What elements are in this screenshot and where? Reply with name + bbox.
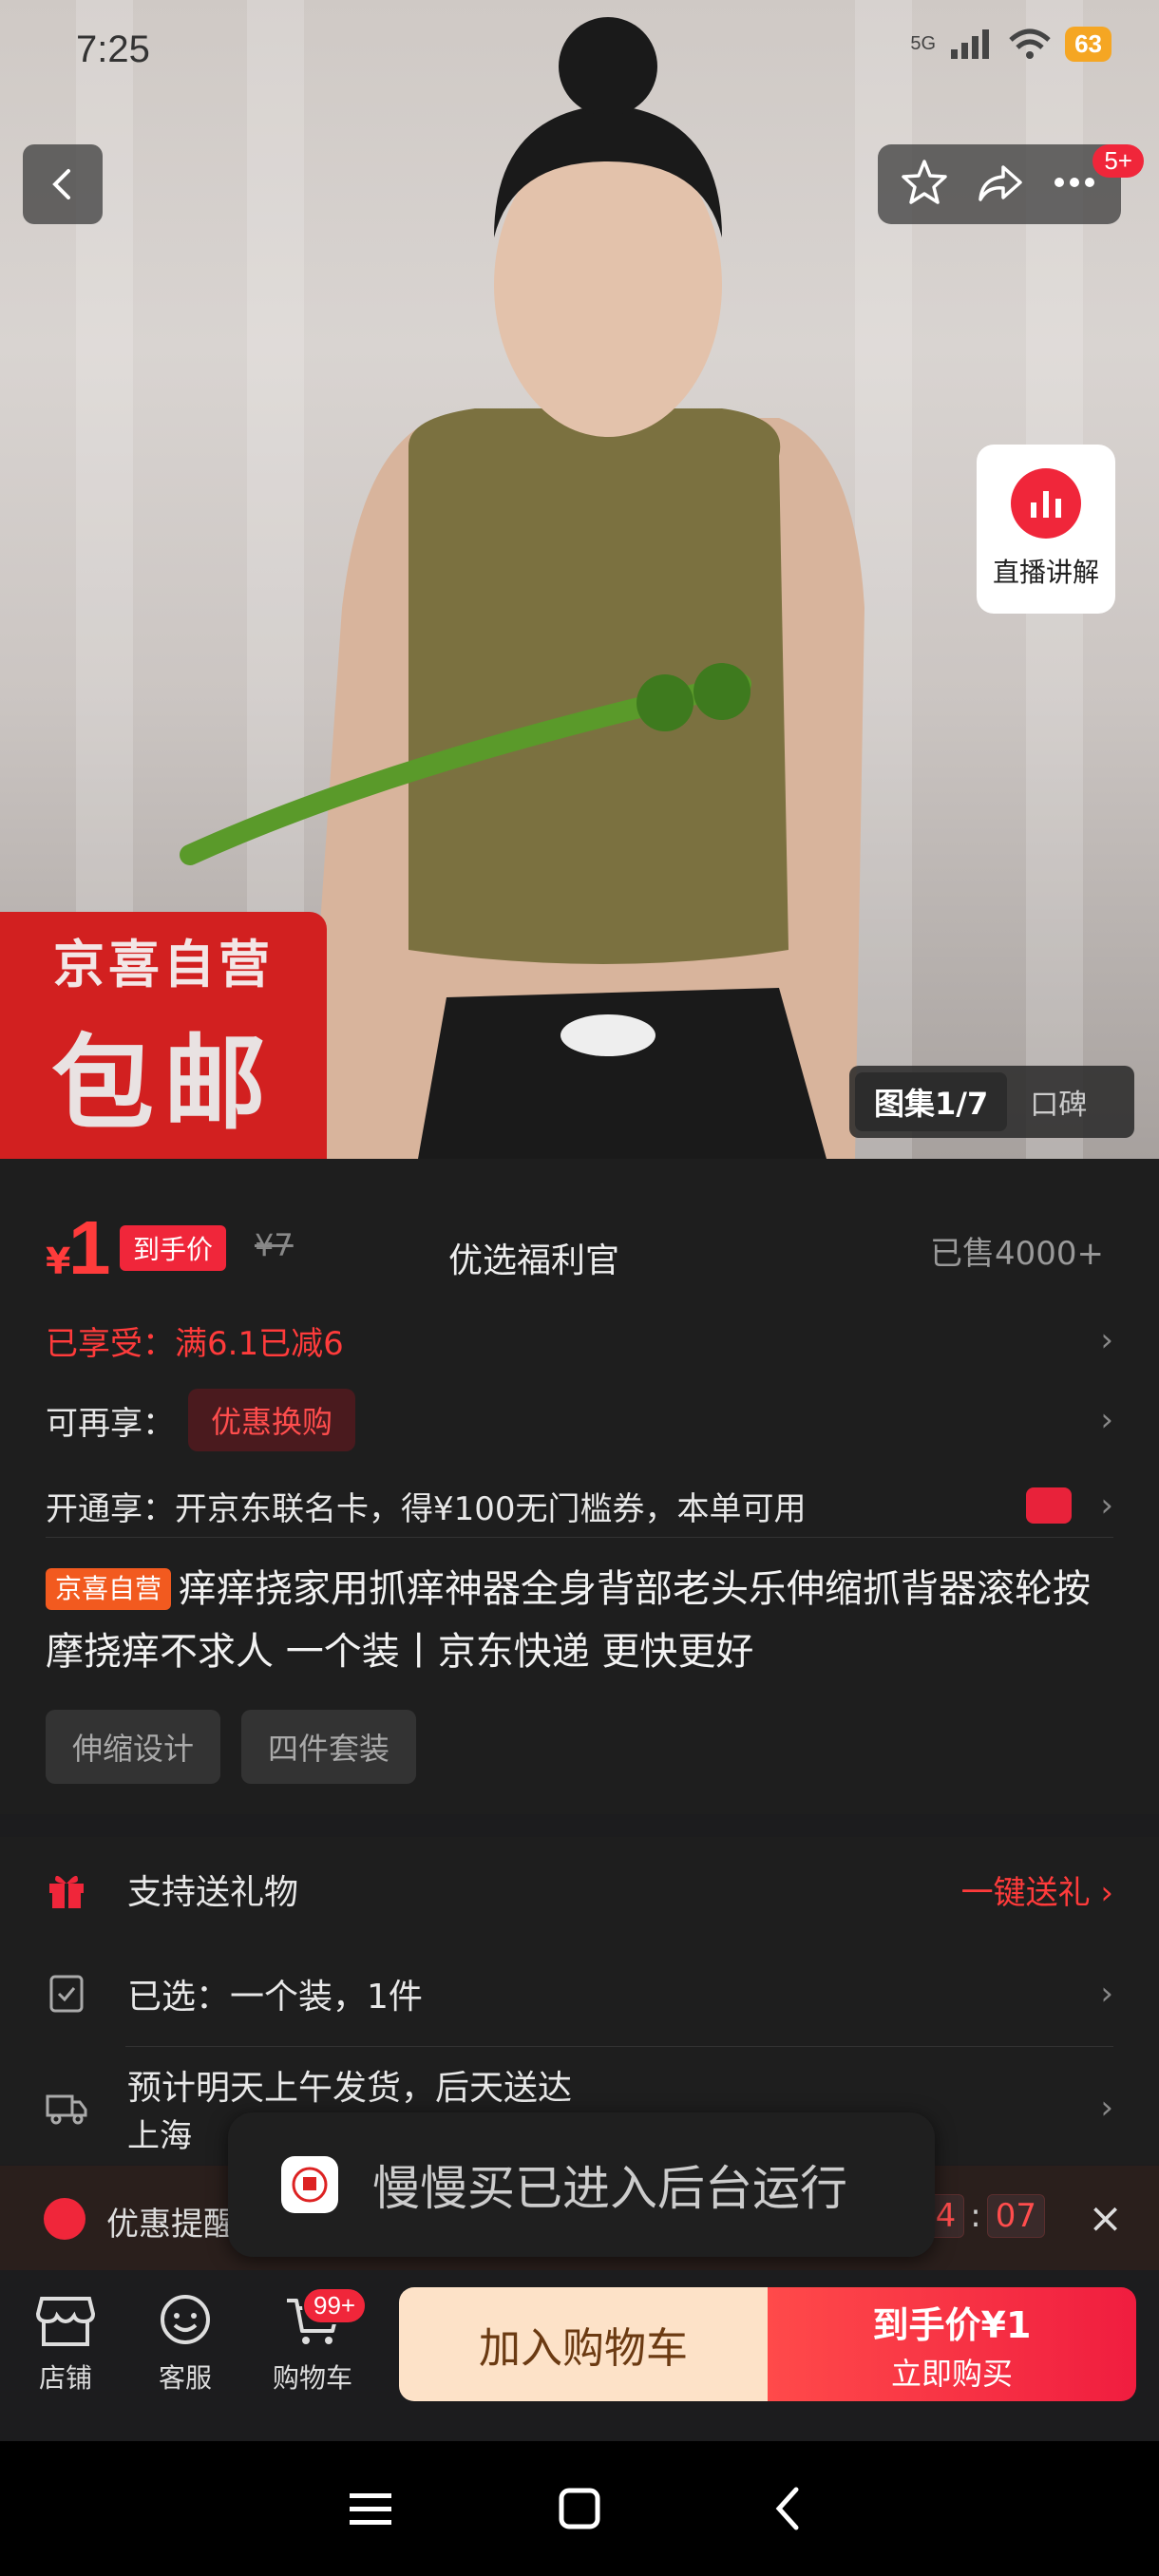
status-bar: 7:25 5G 63 [0, 0, 1159, 104]
chevron-right-icon: › [1100, 1321, 1113, 1359]
divider [46, 1537, 1113, 1538]
menu-icon[interactable] [348, 2488, 393, 2529]
promo-enjoyed-text: 已享受：满6.1已减6 [46, 1324, 344, 1363]
bottom-action-bar: 店铺 客服 购物车 99+ 加入购物车 到手价¥1 立即购买 [0, 2270, 1159, 2441]
toast-message: 慢慢买已进入后台运行 [372, 2161, 847, 2216]
product-image[interactable]: 7:25 5G 63 5+ 直播讲解 京喜自营 包邮 图集1/7 口碑 [0, 0, 1159, 1159]
live-explain-button[interactable]: 直播讲解 [977, 445, 1115, 614]
shop-label: 店铺 [38, 2362, 92, 2394]
truck-icon [46, 2094, 87, 2125]
banner-line1: 京喜自营 [53, 934, 274, 994]
currency-symbol: ¥ [46, 1241, 71, 1282]
gift-label: 支持送礼物 [127, 1873, 299, 1912]
tab-gallery[interactable]: 图集1/7 [855, 1072, 1008, 1131]
share-icon [978, 165, 1022, 201]
app-logo-icon [281, 2156, 338, 2213]
clock-icon [44, 2198, 86, 2240]
favorite-button[interactable] [898, 156, 951, 213]
customer-service-button[interactable]: 客服 [133, 2293, 238, 2396]
price-row: ¥ 1 到手价 ¥7 优选福利官 已售4000+ [46, 1187, 1113, 1290]
network-label: 5G [910, 33, 937, 54]
chevron-left-icon [52, 169, 70, 199]
sold-count: 已售4000+ [929, 1235, 1104, 1273]
gallery-tabs: 图集1/7 口碑 [849, 1066, 1134, 1138]
jingxi-banner: 京喜自营 包邮 [0, 912, 327, 1159]
clipboard-check-icon [49, 1975, 84, 2013]
one-click-gift-label: 一键送礼 [960, 1873, 1091, 1912]
self-operated-badge: 京喜自营 [46, 1568, 172, 1610]
feature-tags: 伸缩设计 四件套装 [46, 1710, 417, 1784]
chevron-right-icon: › [1100, 1975, 1113, 2013]
shop-button[interactable]: 店铺 [13, 2293, 118, 2396]
back-nav-icon[interactable] [766, 2486, 811, 2531]
chevron-right-icon: › [1100, 1487, 1113, 1525]
selected-spec-label: 已选：一个装，1件 [127, 1978, 423, 2017]
timer-seconds: 07 [986, 2194, 1045, 2238]
tab-reviews[interactable]: 口碑 [1007, 1081, 1110, 1123]
coupon-reminder-text: 优惠提醒 [106, 2206, 236, 2244]
tag-four-piece[interactable]: 四件套装 [241, 1710, 417, 1784]
chevron-right-icon: › [1100, 1401, 1113, 1439]
background-running-toast: 慢慢买已进入后台运行 [228, 2112, 935, 2257]
system-nav-bar [0, 2441, 1159, 2576]
price-section: ¥ 1 到手价 ¥7 优选福利官 已售4000+ 已享受：满6.1已减6 › 可… [0, 1159, 1159, 1814]
logo-mark [292, 2167, 328, 2203]
cart-count-badge: 99+ [302, 2287, 368, 2324]
divider [125, 2046, 1113, 2047]
back-button[interactable] [23, 144, 103, 224]
gift-icon [49, 1875, 84, 1908]
top-action-group [878, 144, 1121, 224]
product-title-block: 京喜自营 痒痒挠家用抓痒神器全身背部老头乐伸缩抓背器滚轮按摩挠痒不求人 一个装丨京… [46, 1558, 1113, 1683]
price-tag: 到手价 [120, 1225, 227, 1271]
cart-label: 购物车 [272, 2362, 352, 2394]
selected-spec-row[interactable]: 已选：一个装，1件 › [0, 1941, 1159, 2046]
service-label: 客服 [158, 2362, 212, 2394]
chat-smile-icon [161, 2295, 210, 2344]
chevron-right-icon: › [1100, 1873, 1113, 1912]
card-promo-row[interactable]: 开通享：开京东联名卡，得¥100无门槛券，本单可用 › [46, 1472, 1113, 1539]
buy-now-button[interactable]: 到手价¥1 立即购买 [768, 2287, 1136, 2401]
one-click-gift-button[interactable]: 一键送礼 › [961, 1866, 1113, 1913]
product-title: 痒痒挠家用抓痒神器全身背部老头乐伸缩抓背器滚轮按摩挠痒不求人 一个装丨京东快递 … [46, 1567, 1092, 1674]
banner-line2: 包邮 [50, 1024, 276, 1144]
chevron-right-icon: › [1100, 2089, 1113, 2127]
original-price: ¥7 [255, 1227, 294, 1263]
battery-indicator: 63 [1065, 27, 1112, 62]
store-icon [36, 2297, 95, 2346]
clock: 7:25 [76, 28, 150, 70]
promo-more-label: 可再享： [46, 1404, 175, 1443]
gift-row[interactable]: 支持送礼物 一键送礼 › [0, 1837, 1159, 1941]
exchange-purchase-pill[interactable]: 优惠换购 [188, 1389, 356, 1451]
wifi-icon [1009, 28, 1051, 59]
signal-icon [951, 28, 990, 59]
live-label: 直播讲解 [992, 557, 1099, 588]
card-promo-text: 开通享：开京东联名卡，得¥100无门槛券，本单可用 [46, 1489, 807, 1528]
bars-icon [1031, 491, 1061, 518]
buy-now-label: 立即购买 [890, 2355, 1013, 2392]
home-icon[interactable] [557, 2486, 602, 2531]
final-price: 1 [68, 1205, 111, 1290]
notification-badge: 5+ [1092, 144, 1144, 178]
credit-card-icon [1026, 1487, 1072, 1524]
timer-colon: : [970, 2197, 981, 2235]
shipping-label: 预计明天上午发货，后天送达 [127, 2068, 573, 2108]
star-icon [902, 160, 948, 204]
welfare-label: 优选福利官 [448, 1241, 620, 1280]
add-to-cart-button[interactable]: 加入购物车 [399, 2287, 768, 2401]
close-icon[interactable]: × [1088, 2194, 1123, 2243]
tag-telescopic[interactable]: 伸缩设计 [46, 1710, 221, 1784]
promo-enjoyed-row[interactable]: 已享受：满6.1已减6 › [46, 1307, 1113, 1373]
live-icon [1011, 468, 1081, 539]
promo-more-row[interactable]: 可再享： 优惠换购 › [46, 1387, 1113, 1453]
buy-price-label: 到手价¥1 [872, 2303, 1032, 2346]
share-button[interactable] [973, 156, 1026, 213]
